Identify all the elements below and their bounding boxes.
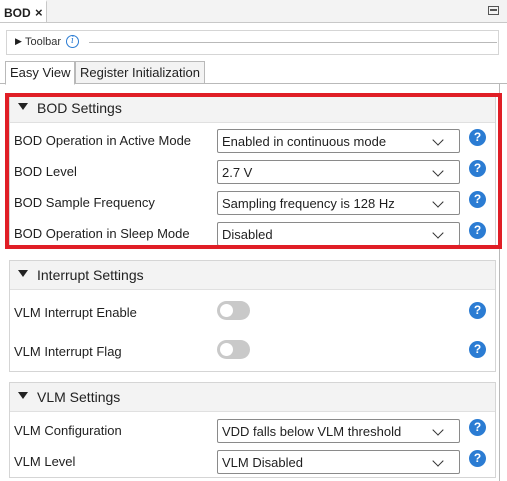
tab-easy-view[interactable]: Easy View [5, 61, 76, 85]
info-icon[interactable]: i [66, 35, 79, 48]
chevron-down-icon [432, 455, 444, 467]
highlight-box [5, 93, 502, 249]
help-icon[interactable]: ? [469, 341, 486, 358]
editor-tab-bar: BOD × [0, 0, 507, 23]
vlm-settings-header[interactable]: VLM Settings [10, 383, 495, 412]
vlm-interrupt-enable-toggle[interactable] [217, 301, 250, 320]
toggle-knob [220, 304, 233, 317]
help-icon[interactable]: ? [469, 302, 486, 319]
toolbar-label: Toolbar [25, 36, 62, 48]
toggle-knob [220, 343, 233, 356]
collapse-triangle-icon[interactable] [18, 270, 28, 277]
vlm-level-label: VLM Level [14, 454, 76, 469]
help-icon[interactable]: ? [469, 450, 486, 467]
vlm-interrupt-flag-label: VLM Interrupt Flag [14, 344, 122, 359]
toolbar-collapsible[interactable]: ▶ Toolbar i [6, 30, 499, 55]
minimize-icon[interactable] [488, 6, 499, 15]
select-value: VDD falls below VLM threshold [222, 424, 402, 439]
expand-arrow-icon[interactable]: ▶ [15, 36, 22, 47]
vlm-interrupt-flag-toggle[interactable] [217, 340, 250, 359]
document-tab-label: BOD [4, 6, 31, 20]
bod-document-tab[interactable]: BOD × [0, 0, 47, 22]
vlm-configuration-select[interactable]: VDD falls below VLM threshold [217, 419, 460, 443]
close-icon[interactable]: × [35, 5, 43, 20]
chevron-down-icon [432, 424, 444, 436]
vlm-configuration-label: VLM Configuration [14, 423, 122, 438]
collapse-triangle-icon[interactable] [18, 392, 28, 399]
section-title: Interrupt Settings [37, 267, 144, 283]
tab-register-initialization[interactable]: Register Initialization [75, 61, 205, 84]
vlm-level-select[interactable]: VLM Disabled [217, 450, 460, 474]
vlm-interrupt-enable-label: VLM Interrupt Enable [14, 305, 137, 320]
select-value: VLM Disabled [222, 455, 303, 470]
toolbar-divider [89, 42, 497, 43]
help-icon[interactable]: ? [469, 419, 486, 436]
interrupt-settings-header[interactable]: Interrupt Settings [10, 261, 495, 290]
section-title: VLM Settings [37, 389, 121, 405]
